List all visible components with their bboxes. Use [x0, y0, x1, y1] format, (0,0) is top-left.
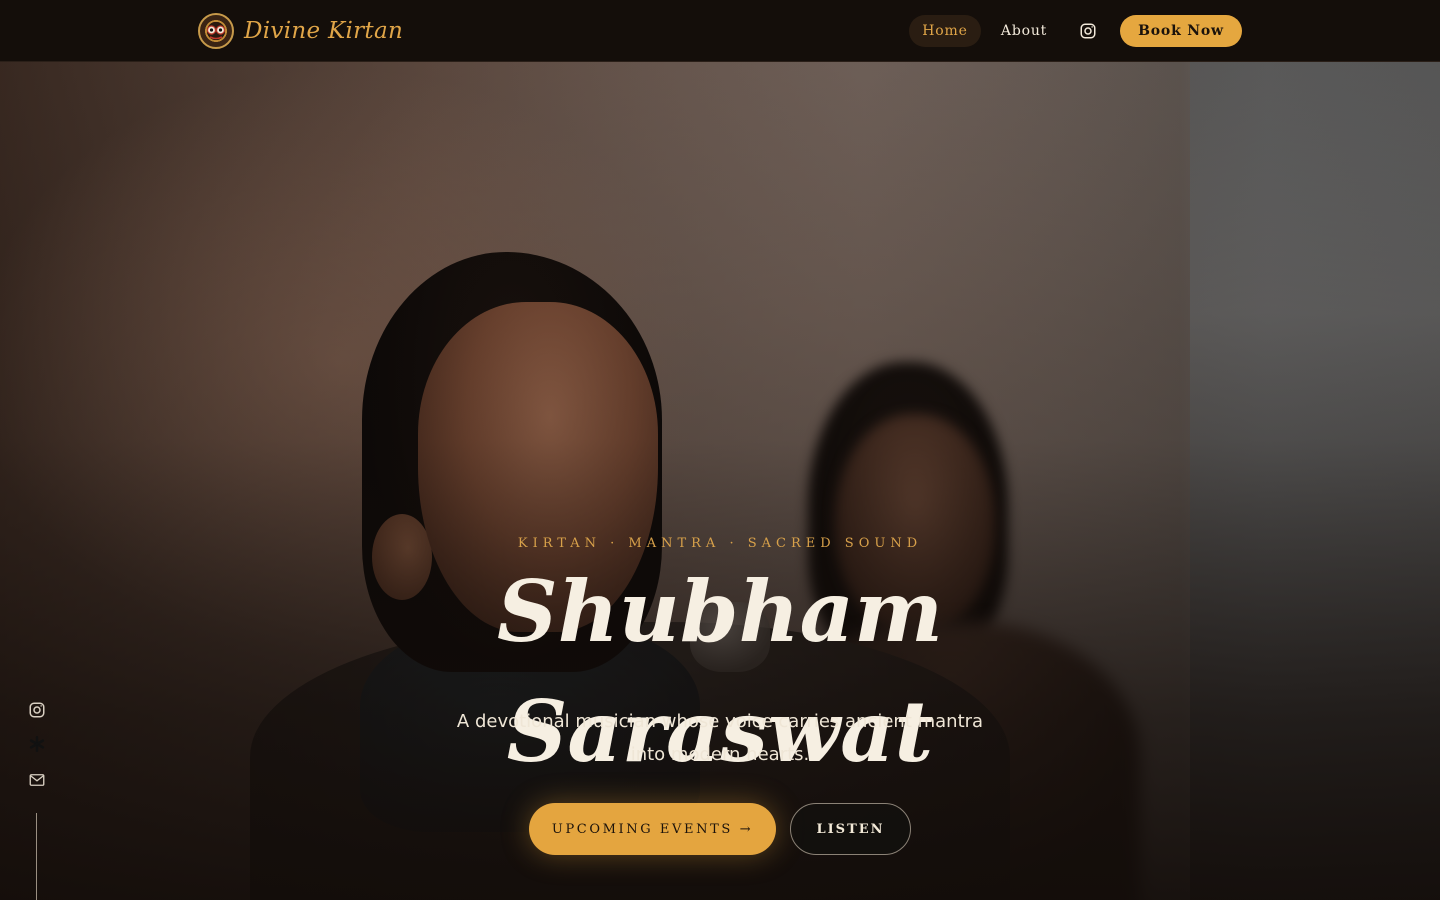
jagannath-face-icon	[198, 13, 234, 49]
upcoming-events-button[interactable]: UPCOMING EVENTS →	[529, 803, 776, 855]
brand-link[interactable]: Divine Kirtan	[198, 13, 403, 49]
side-rail-line	[36, 813, 37, 900]
asterisk-icon[interactable]	[28, 735, 46, 753]
instagram-icon[interactable]	[1076, 15, 1100, 47]
nav-about[interactable]: About	[990, 15, 1058, 47]
nav-home[interactable]: Home	[909, 15, 981, 47]
listen-button[interactable]: LISTEN	[790, 803, 911, 855]
brand-name: Divine Kirtan	[244, 18, 404, 44]
instagram-icon[interactable]	[28, 701, 46, 719]
hero-tagline: KIRTAN · MANTRA · SACRED SOUND	[517, 536, 923, 551]
top-navbar: Divine Kirtan Home About Book Now	[0, 0, 1440, 62]
mail-icon[interactable]	[28, 771, 46, 789]
book-now-button[interactable]: Book Now	[1120, 15, 1242, 47]
hero-description: A devotional musician whose voice carrie…	[456, 711, 984, 765]
